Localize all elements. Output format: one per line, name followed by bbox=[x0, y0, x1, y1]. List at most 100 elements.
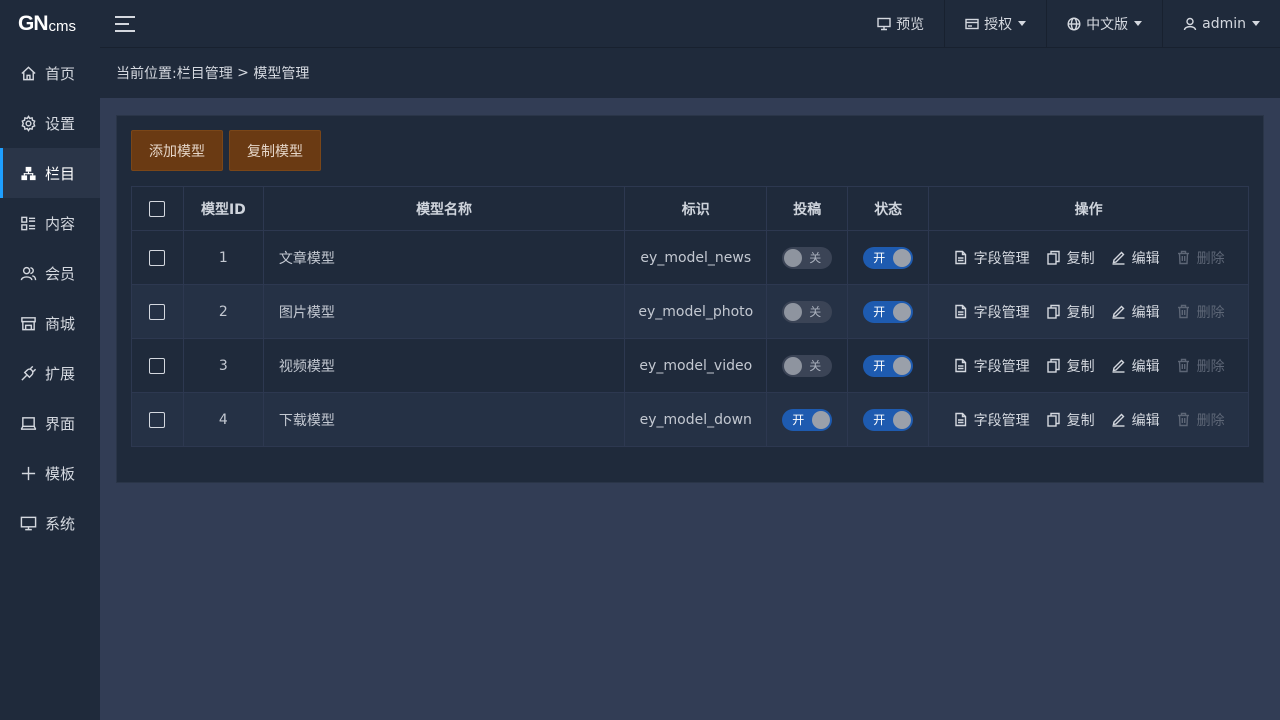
status-toggle[interactable]: 开 bbox=[863, 408, 914, 431]
model-key: ey_model_photo bbox=[624, 284, 768, 339]
edit-link[interactable]: 编辑 bbox=[1111, 410, 1160, 430]
logo[interactable]: GN cms bbox=[0, 0, 100, 48]
toggle-label: 开 bbox=[792, 413, 805, 427]
row-checkbox[interactable] bbox=[149, 249, 166, 266]
sidebar-item-shop[interactable]: 商城 bbox=[0, 298, 100, 348]
op-label: 删除 bbox=[1196, 412, 1225, 429]
breadcrumb-link-columns[interactable]: 栏目管理 bbox=[177, 63, 233, 83]
field-manage-link[interactable]: 字段管理 bbox=[953, 302, 1030, 322]
toggle-label: 关 bbox=[809, 251, 822, 265]
sidebar-item-members[interactable]: 会员 bbox=[0, 248, 100, 298]
op-label: 编辑 bbox=[1131, 250, 1160, 267]
select-all-checkbox[interactable] bbox=[149, 200, 166, 217]
toggle-label: 开 bbox=[873, 413, 886, 427]
plug-icon bbox=[19, 364, 37, 382]
row-checkbox[interactable] bbox=[149, 303, 166, 320]
copy-icon bbox=[1046, 412, 1060, 427]
sidebar-item-interface[interactable]: 界面 bbox=[0, 398, 100, 448]
toggle-label: 开 bbox=[873, 251, 886, 265]
col-header-name: 模型名称 bbox=[262, 186, 626, 231]
sidebar-item-system[interactable]: 系统 bbox=[0, 498, 100, 548]
row-checkbox[interactable] bbox=[149, 357, 166, 374]
sidebar-item-label: 扩展 bbox=[45, 364, 76, 383]
license-label: 授权 bbox=[984, 16, 1013, 33]
table-row: 4 下载模型 ey_model_down 开 开 字段管理 复制 编辑 删除 bbox=[131, 392, 1249, 447]
copy-link[interactable]: 复制 bbox=[1046, 410, 1095, 430]
add-model-button[interactable]: 添加模型 bbox=[131, 130, 223, 171]
sidebar-item-label: 会员 bbox=[45, 264, 76, 283]
sidebar: GN cms 首页 设置 栏目 内容 会员 商城 扩展 界面 模板 系统 bbox=[0, 0, 100, 720]
sidebar-item-home[interactable]: 首页 bbox=[0, 48, 100, 98]
copy-link[interactable]: 复制 bbox=[1046, 356, 1095, 376]
model-key: ey_model_video bbox=[624, 338, 768, 393]
submit-toggle[interactable]: 关 bbox=[782, 354, 833, 377]
submit-toggle[interactable]: 关 bbox=[782, 246, 833, 269]
table-row: 3 视频模型 ey_model_video 关 开 字段管理 复制 编辑 删除 bbox=[131, 338, 1249, 393]
sidebar-item-label: 商城 bbox=[45, 314, 76, 333]
license-menu[interactable]: 授权 bbox=[944, 0, 1046, 48]
document-icon bbox=[954, 358, 966, 373]
menu-toggle-icon[interactable] bbox=[115, 15, 135, 32]
field-manage-link[interactable]: 字段管理 bbox=[953, 356, 1030, 376]
model-name: 文章模型 bbox=[262, 230, 626, 285]
sidebar-item-label: 栏目 bbox=[45, 164, 76, 183]
plus-icon bbox=[19, 464, 37, 482]
model-key: ey_model_news bbox=[624, 230, 768, 285]
op-label: 复制 bbox=[1066, 412, 1095, 429]
model-name: 视频模型 bbox=[262, 338, 626, 393]
row-checkbox[interactable] bbox=[149, 411, 166, 428]
main-panel: 添加模型 复制模型 模型ID 模型名称 标识 投稿 状态 操作 1 文章模型 e… bbox=[116, 115, 1264, 483]
col-header-status: 状态 bbox=[847, 186, 930, 231]
trash-icon bbox=[1177, 358, 1189, 373]
sidebar-item-columns[interactable]: 栏目 bbox=[0, 148, 100, 198]
model-id: 1 bbox=[182, 230, 264, 285]
model-name: 下载模型 bbox=[262, 392, 626, 447]
delete-link[interactable]: 删除 bbox=[1176, 302, 1225, 322]
language-label: 中文版 bbox=[1086, 16, 1129, 33]
op-label: 字段管理 bbox=[973, 412, 1030, 429]
sidebar-item-templates[interactable]: 模板 bbox=[0, 448, 100, 498]
delete-link[interactable]: 删除 bbox=[1176, 410, 1225, 430]
table-row: 2 图片模型 ey_model_photo 关 开 字段管理 复制 编辑 删除 bbox=[131, 284, 1249, 339]
monitor-icon bbox=[877, 17, 891, 30]
delete-link[interactable]: 删除 bbox=[1176, 248, 1225, 268]
sidebar-item-settings[interactable]: 设置 bbox=[0, 98, 100, 148]
copy-model-button[interactable]: 复制模型 bbox=[229, 130, 321, 171]
status-toggle[interactable]: 开 bbox=[863, 300, 914, 323]
sidebar-item-content[interactable]: 内容 bbox=[0, 198, 100, 248]
edit-link[interactable]: 编辑 bbox=[1111, 356, 1160, 376]
status-toggle[interactable]: 开 bbox=[863, 246, 914, 269]
trash-icon bbox=[1177, 412, 1189, 427]
monitor-icon bbox=[19, 514, 37, 532]
document-icon bbox=[954, 250, 966, 265]
copy-link[interactable]: 复制 bbox=[1046, 302, 1095, 322]
card-icon bbox=[965, 18, 979, 29]
field-manage-link[interactable]: 字段管理 bbox=[953, 248, 1030, 268]
copy-icon bbox=[1046, 358, 1060, 373]
col-header-id: 模型ID bbox=[182, 186, 264, 231]
submit-toggle[interactable]: 开 bbox=[782, 408, 833, 431]
trash-icon bbox=[1177, 250, 1189, 265]
field-manage-link[interactable]: 字段管理 bbox=[953, 410, 1030, 430]
trash-icon bbox=[1177, 304, 1189, 319]
edit-link[interactable]: 编辑 bbox=[1111, 248, 1160, 268]
list-icon bbox=[19, 214, 37, 232]
user-menu[interactable]: admin bbox=[1162, 0, 1280, 48]
copy-link[interactable]: 复制 bbox=[1046, 248, 1095, 268]
breadcrumb-separator: > bbox=[232, 65, 254, 81]
edit-link[interactable]: 编辑 bbox=[1111, 302, 1160, 322]
status-toggle[interactable]: 开 bbox=[863, 354, 914, 377]
delete-link[interactable]: 删除 bbox=[1176, 356, 1225, 376]
sidebar-item-extensions[interactable]: 扩展 bbox=[0, 348, 100, 398]
breadcrumb-link-models[interactable]: 模型管理 bbox=[253, 63, 309, 83]
sidebar-item-label: 设置 bbox=[45, 114, 76, 133]
op-label: 编辑 bbox=[1131, 412, 1160, 429]
preview-button[interactable]: 预览 bbox=[857, 0, 944, 48]
op-label: 删除 bbox=[1196, 304, 1225, 321]
model-name: 图片模型 bbox=[262, 284, 626, 339]
gear-icon bbox=[19, 114, 37, 132]
language-menu[interactable]: 中文版 bbox=[1046, 0, 1162, 48]
submit-toggle[interactable]: 关 bbox=[782, 300, 833, 323]
laptop-icon bbox=[19, 414, 37, 432]
topbar: 预览 授权 中文版 admin bbox=[100, 0, 1280, 48]
